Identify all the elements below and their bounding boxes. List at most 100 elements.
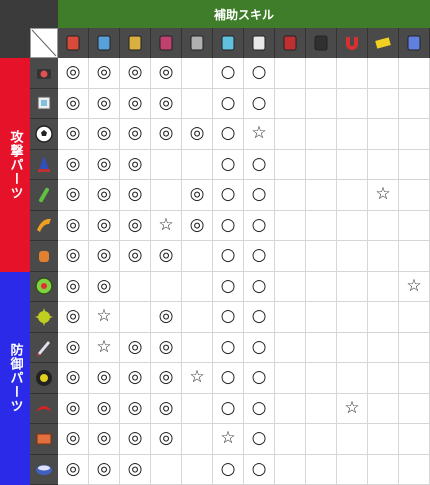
hand-icon (34, 246, 54, 266)
row-header (30, 394, 58, 425)
row-header (30, 150, 58, 181)
table-cell (399, 424, 430, 455)
table-cell: ◎ (89, 394, 120, 425)
table-cell: ◎ (182, 119, 213, 150)
table-cell (275, 150, 306, 181)
table-cell (306, 180, 337, 211)
table-cell (368, 363, 399, 394)
table-cell (182, 394, 213, 425)
table-cell (337, 150, 368, 181)
group-label-text: 防御パーツ (6, 343, 25, 413)
table-cell: ◎ (89, 180, 120, 211)
table-cell (306, 150, 337, 181)
table-cell (368, 89, 399, 120)
table-cell (275, 333, 306, 364)
soccer-ball-icon (34, 124, 54, 144)
table-cell: ☆ (399, 272, 430, 303)
table-cell (337, 302, 368, 333)
table-cell (182, 455, 213, 485)
magnet-icon (342, 33, 362, 53)
table-cell (306, 333, 337, 364)
row-header (30, 211, 58, 242)
table-cell (120, 272, 151, 303)
table-cell: ◎ (120, 241, 151, 272)
row-header (30, 241, 58, 272)
table-cell: ○ (244, 150, 275, 181)
table-cell: ◎ (58, 89, 89, 120)
table-cell: ☆ (89, 333, 120, 364)
table-cell: ◎ (151, 424, 182, 455)
table-cell: ○ (213, 241, 244, 272)
table-cell (399, 455, 430, 485)
map-icon (218, 33, 238, 53)
table-cell (182, 424, 213, 455)
table-cell: ○ (213, 211, 244, 242)
column-header (151, 28, 182, 58)
table-cell: ○ (213, 89, 244, 120)
shield-icon (34, 276, 54, 296)
corner-top-spacer (0, 0, 58, 28)
table-cell: ○ (244, 89, 275, 120)
table-cell (399, 150, 430, 181)
column-header (306, 28, 337, 58)
table-cell: ◎ (151, 241, 182, 272)
column-header (244, 28, 275, 58)
can-icon (404, 33, 424, 53)
table-cell: ○ (244, 211, 275, 242)
table-cell: ◎ (58, 272, 89, 303)
table-cell: ◎ (89, 150, 120, 181)
table-cell: ○ (244, 302, 275, 333)
skill-table: 補助スキル 攻撃パーツ防御パーツ◎◎◎◎○○◎◎◎◎○○◎◎◎◎◎○☆◎◎◎○○… (0, 0, 430, 475)
group-label: 攻撃パーツ (0, 58, 30, 272)
book-icon (280, 33, 300, 53)
table-cell (151, 455, 182, 485)
table-cell (337, 211, 368, 242)
table-cell (275, 89, 306, 120)
spray-icon (94, 33, 114, 53)
row-header (30, 58, 58, 89)
boot-icon (187, 33, 207, 53)
table-cell: ○ (244, 241, 275, 272)
table-cell: ◎ (182, 180, 213, 211)
row-header (30, 302, 58, 333)
table-cell: ○ (244, 58, 275, 89)
table-cell (368, 333, 399, 364)
table-cell: ○ (213, 455, 244, 485)
table-cell: ◎ (120, 333, 151, 364)
table-cell: ◎ (89, 211, 120, 242)
table-cell: ○ (213, 58, 244, 89)
table-cell: ◎ (58, 211, 89, 242)
table-cell (368, 394, 399, 425)
table-cell (399, 58, 430, 89)
camera-icon (34, 63, 54, 83)
row-header (30, 272, 58, 303)
row-header (30, 89, 58, 120)
table-cell: ◎ (89, 455, 120, 485)
table-cell: ◎ (58, 119, 89, 150)
table-cell (275, 363, 306, 394)
table-cell: ○ (244, 424, 275, 455)
table-cell: ○ (244, 180, 275, 211)
table-cell: ◎ (58, 424, 89, 455)
table-cell (337, 119, 368, 150)
bowl-icon (34, 459, 54, 479)
table-cell: ◎ (120, 180, 151, 211)
table-cell (275, 119, 306, 150)
table-cell: ◎ (120, 211, 151, 242)
table-cell (399, 333, 430, 364)
column-header (89, 28, 120, 58)
table-title: 補助スキル (58, 0, 430, 28)
table-cell: ○ (244, 363, 275, 394)
table-cell: ○ (213, 302, 244, 333)
column-header (182, 28, 213, 58)
row-header (30, 333, 58, 364)
ticket-icon (373, 33, 393, 53)
table-cell (275, 302, 306, 333)
table-cell: ◎ (151, 394, 182, 425)
table-cell (306, 211, 337, 242)
table-cell: ◎ (120, 363, 151, 394)
table-cell: ◎ (58, 302, 89, 333)
table-cell: ◎ (89, 241, 120, 272)
table-cell (182, 150, 213, 181)
table-cell (306, 424, 337, 455)
